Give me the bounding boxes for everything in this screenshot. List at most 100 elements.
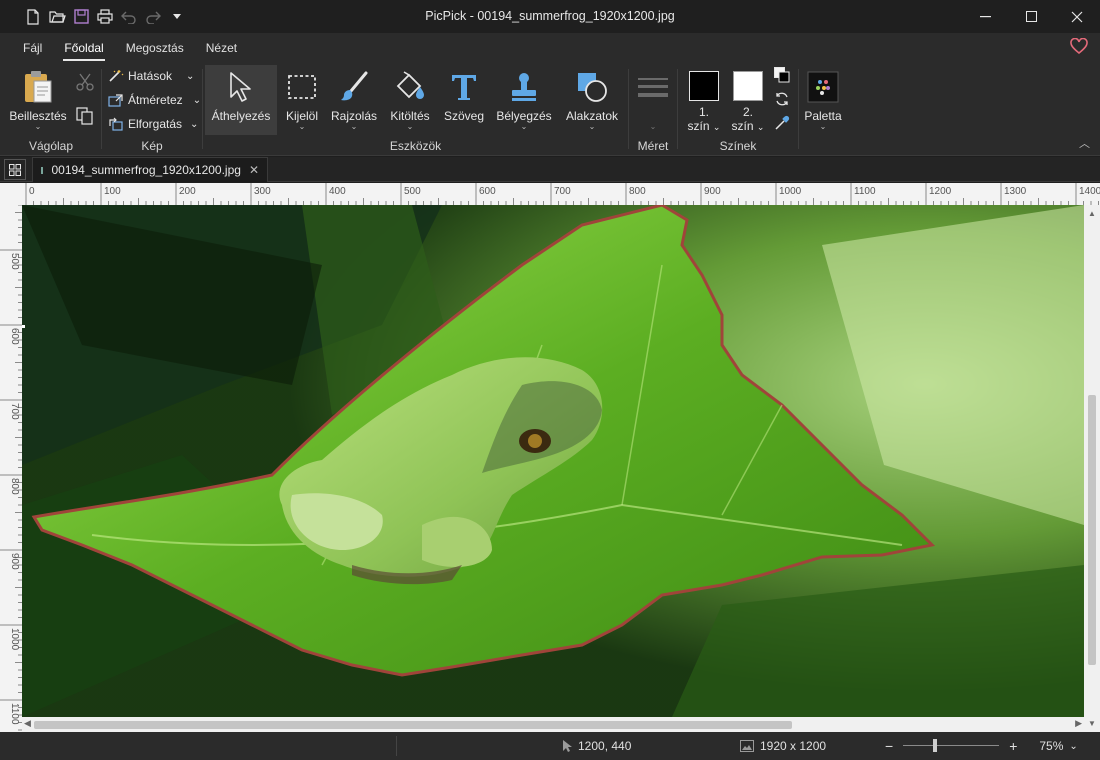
swap-colors-icon[interactable] (774, 67, 790, 86)
rotate-button[interactable]: Elforgatás ⌄ (108, 113, 198, 135)
tab-share[interactable]: Megosztás (115, 33, 195, 63)
resize-button[interactable]: Átméretez ⌄ (108, 89, 201, 111)
color2-label-row: szín ⌄ (732, 119, 765, 134)
line-width-button[interactable]: ⌄ (635, 65, 671, 135)
image-canvas[interactable] (22, 205, 1084, 717)
clipboard-group-label: Vágólap (28, 139, 74, 153)
palette-button[interactable]: Paletta ⌄ (803, 65, 843, 135)
zoom-in-button[interactable]: + (1009, 738, 1017, 754)
zoom-slider-thumb[interactable] (933, 739, 938, 752)
document-tab-bar: 00194_summerfrog_1920x1200.jpg ✕ (0, 157, 1100, 182)
horizontal-scrollbar[interactable]: ◀ ▶ (22, 717, 1084, 732)
print-icon[interactable] (96, 8, 114, 26)
chevron-down-icon: ⌄ (34, 122, 42, 131)
ruler-label: 0 (29, 186, 35, 197)
chevron-down-icon: ⌄ (520, 122, 528, 131)
effects-button[interactable]: Hatások ⌄ (108, 65, 194, 87)
image-size-text: 1920 x 1200 (760, 739, 827, 753)
tab-home[interactable]: Főoldal (53, 33, 114, 63)
save-icon[interactable] (72, 8, 90, 26)
scroll-corner: ▼ (1084, 717, 1100, 732)
select-tool-button[interactable]: Kijelöl ⌄ (281, 65, 323, 135)
paste-button[interactable]: Beillesztés ⌄ (8, 65, 68, 135)
scroll-down-arrow-icon[interactable]: ▼ (1088, 719, 1096, 728)
vertical-scrollbar[interactable]: ▲ (1084, 205, 1100, 717)
shapes-tool-button[interactable]: Alakzatok ⌄ (561, 65, 623, 135)
image-group: Hatások ⌄ Átméretez ⌄ Elforgatás ⌄ Kép (102, 63, 202, 156)
eyedropper-icon[interactable] (774, 115, 790, 134)
clipboard-group: Beillesztés ⌄ Vágólap (0, 63, 102, 156)
ruler-label: 600 (9, 328, 20, 345)
ruler-label: 1200 (929, 186, 952, 197)
resize-label: Átméretez (128, 93, 183, 107)
copy-icon[interactable] (76, 107, 94, 128)
ruler-label: 900 (704, 186, 721, 197)
chevron-down-icon: ⌄ (819, 122, 827, 131)
color2-num: 2. (742, 105, 753, 119)
shapes-icon (574, 69, 610, 105)
zoom-slider-track (903, 745, 1000, 746)
tab-view[interactable]: Nézet (195, 33, 248, 63)
customize-toolbar-icon[interactable] (168, 8, 186, 26)
maximize-button[interactable] (1008, 0, 1054, 33)
tools-group-label: Eszközök (389, 139, 442, 153)
redo-icon[interactable] (144, 8, 162, 26)
undo-icon[interactable] (120, 8, 138, 26)
minimize-button[interactable] (962, 0, 1008, 33)
resize-icon (108, 94, 123, 107)
ruler-label: 900 (9, 553, 20, 570)
rotate-icon (109, 117, 123, 131)
scroll-left-arrow-icon[interactable]: ◀ (24, 718, 31, 729)
canvas-handle[interactable] (22, 325, 25, 328)
text-tool-button[interactable]: Szöveg (441, 65, 487, 135)
chevron-down-icon: ⌄ (588, 122, 596, 131)
chevron-down-icon[interactable]: ⌄ (1069, 741, 1077, 752)
image-size: 1920 x 1200 (740, 732, 826, 760)
color2-label: szín (731, 119, 754, 133)
move-tool-button[interactable]: Áthelyezés (205, 65, 277, 135)
palette-group: Paletta ⌄ (799, 63, 845, 156)
document-tab[interactable]: 00194_summerfrog_1920x1200.jpg ✕ (32, 157, 268, 182)
color2-swatch (733, 71, 763, 101)
ruler-label: 100 (104, 186, 121, 197)
zoom-out-button[interactable]: − (885, 738, 893, 754)
new-file-icon[interactable] (24, 8, 42, 26)
heart-icon[interactable] (1070, 37, 1088, 56)
zoom-slider[interactable] (903, 739, 1000, 753)
ruler-label: 1100 (854, 186, 876, 197)
color1-button[interactable]: 1. szín ⌄ (684, 65, 724, 135)
stamp-icon (506, 69, 542, 105)
ruler-label: 1100 (9, 703, 20, 725)
image-group-label: Kép (141, 139, 163, 153)
scroll-up-arrow-icon[interactable]: ▲ (1088, 209, 1096, 218)
tab-file[interactable]: Fájl (12, 33, 53, 63)
color2-button[interactable]: 2. szín ⌄ (728, 65, 768, 135)
open-folder-icon[interactable] (48, 8, 66, 26)
chevron-down-icon: ⌄ (712, 122, 721, 132)
color1-num: 1. (698, 105, 709, 119)
collapse-ribbon-icon[interactable]: ︿ (1079, 135, 1090, 151)
ruler-label: 1300 (1004, 186, 1027, 197)
pointer-icon (563, 740, 572, 752)
vertical-scroll-thumb[interactable] (1088, 395, 1096, 665)
color1-swatch (689, 71, 719, 101)
chevron-down-icon: ⌄ (350, 122, 358, 131)
size-group-label: Méret (637, 139, 669, 153)
draw-tool-button[interactable]: Rajzolás ⌄ (329, 65, 379, 135)
close-button[interactable] (1054, 0, 1100, 33)
horizontal-scroll-thumb[interactable] (34, 721, 792, 729)
cut-icon[interactable] (76, 73, 94, 94)
shapes-tool-label: Alakzatok (565, 109, 619, 123)
zoom-level[interactable]: 75% (1039, 739, 1063, 753)
grid-view-icon[interactable] (4, 159, 26, 180)
stamp-tool-button[interactable]: Bélyegzés ⌄ (493, 65, 555, 135)
colors-group-label: Színek (719, 139, 757, 153)
move-tool-label: Áthelyezés (211, 109, 271, 123)
vertical-ruler-ticks: 500 600 700 800 900 1000 1100 (0, 205, 22, 731)
refresh-colors-icon[interactable] (774, 91, 790, 110)
close-tab-icon[interactable]: ✕ (249, 163, 259, 177)
scroll-right-arrow-icon[interactable]: ▶ (1075, 718, 1082, 729)
fill-tool-button[interactable]: Kitöltés ⌄ (385, 65, 435, 135)
chevron-down-icon: ⌄ (756, 122, 765, 132)
rotate-label: Elforgatás (128, 117, 183, 131)
